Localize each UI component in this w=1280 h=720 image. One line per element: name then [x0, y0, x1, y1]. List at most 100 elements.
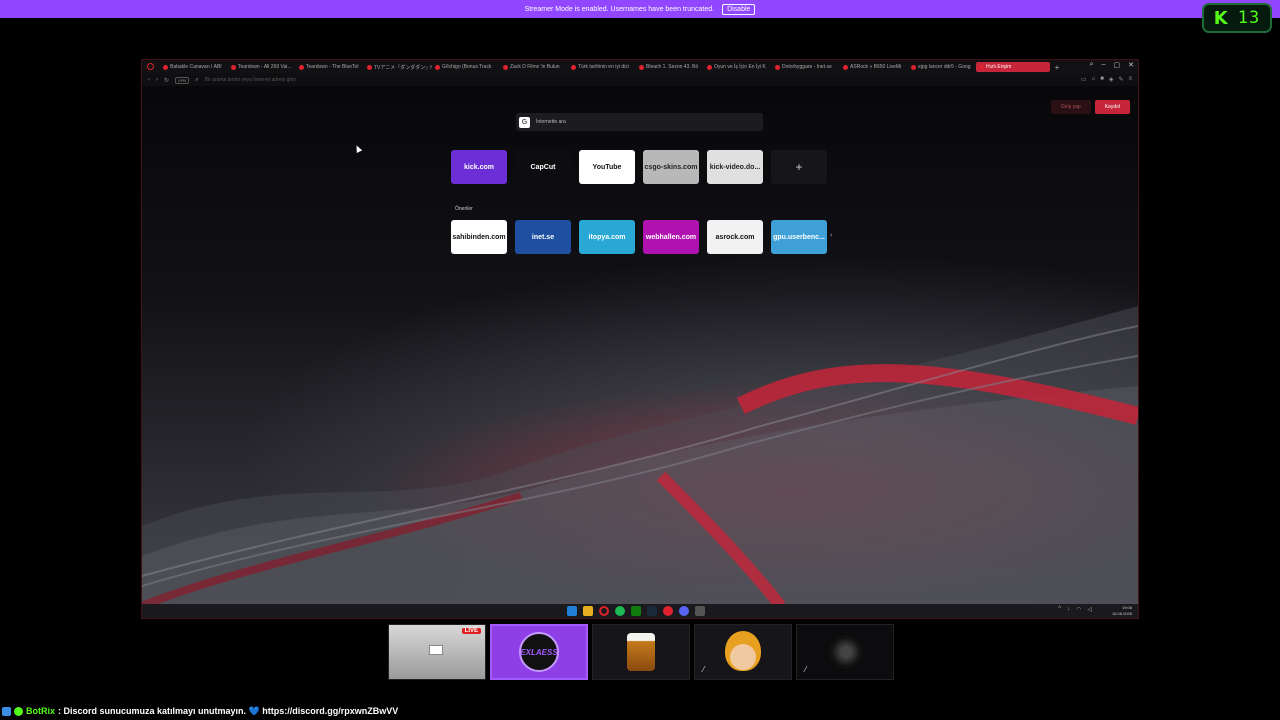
suggestions-label: Öneriler: [455, 206, 473, 212]
spotify-icon[interactable]: [615, 606, 625, 616]
app-icon[interactable]: [663, 606, 673, 616]
reload-icon[interactable]: ↻: [164, 77, 169, 84]
stream-thumbnails: LIVE EXLAESS ⁄ ⁄: [388, 624, 894, 680]
browser-tab[interactable]: Babakle Canavarı I ABI: [160, 62, 228, 72]
login-button[interactable]: Giriş yap: [1050, 100, 1091, 114]
clock-date: 16.08.2026: [1111, 611, 1132, 616]
speed-dial-row: kick.com CapCut YouTube csgo-skins.com kick-…: [451, 150, 827, 184]
muted-mic-icon: ⁄: [805, 665, 807, 674]
download-icon[interactable]: ↓: [1067, 606, 1070, 613]
volume-icon[interactable]: ◁: [1087, 606, 1092, 613]
tab-label: ASRock » B650 LiveMi: [850, 64, 902, 70]
speed-dial-tile-[interactable]: +: [771, 150, 827, 184]
tab-favicon-icon: [435, 64, 440, 70]
google-icon: G: [519, 116, 530, 128]
thumb-exlaess[interactable]: EXLAESS: [490, 624, 588, 680]
thumb-desktop[interactable]: LIVE: [388, 624, 486, 680]
dark-avatar: [829, 635, 863, 669]
search-input[interactable]: G İnternette ara: [516, 113, 763, 131]
address-input[interactable]: Bir arama terimi veya İnternet adresi gi…: [205, 77, 296, 83]
browser-tab[interactable]: Teardown - The BlueTol: [296, 62, 364, 72]
kick-logo-icon: K: [1213, 7, 1228, 29]
opera-icon[interactable]: [599, 606, 609, 616]
disable-button[interactable]: Disable: [722, 3, 756, 15]
tab-bar: Babakle Canavarı I ABI Teardown - All 269…: [142, 60, 1138, 74]
easy-setup-icon[interactable]: ◈: [1109, 76, 1114, 83]
tab-label: G/Ichigo (Bonus Track: [442, 64, 492, 70]
minimize-icon[interactable]: –: [1102, 61, 1106, 69]
suggestion-tile-inet-se[interactable]: inet.se: [515, 220, 571, 254]
close-icon[interactable]: ✕: [1128, 61, 1134, 69]
browser-tab[interactable]: TVアニメ『ダンダダン』HAYA: [364, 62, 432, 72]
speed-dial-tile-youtube[interactable]: YouTube: [579, 150, 635, 184]
browser-tab[interactable]: ASRock » B650 LiveMi: [840, 62, 908, 72]
signup-button[interactable]: Kaydol: [1094, 100, 1130, 114]
browser-tab[interactable]: Türk tarihinin en iyi dizi: [568, 62, 636, 72]
suggestion-tile-asrock-com[interactable]: asrock.com: [707, 220, 763, 254]
search-icon: ⌕: [195, 76, 199, 83]
maximize-icon[interactable]: ▢: [1114, 61, 1121, 69]
tab-label: Zack D Films 'in Bulun: [510, 64, 560, 70]
tab-label: Dotorbyggare - Inet.se: [782, 64, 832, 70]
snapshot-icon[interactable]: ▭: [1081, 76, 1087, 83]
login-group: Giriş yap Kaydol: [1050, 100, 1130, 114]
thumb-beer[interactable]: [592, 624, 690, 680]
tab-favicon-icon: [639, 64, 644, 70]
chevron-right-icon[interactable]: ›: [830, 232, 832, 239]
speed-dial-tile-kick-com[interactable]: kick.com: [451, 150, 507, 184]
wifi-icon[interactable]: ◠: [1076, 606, 1081, 613]
vpn-badge[interactable]: VPN: [175, 76, 190, 84]
search-tabs-icon[interactable]: ⌕: [1090, 61, 1094, 69]
suggestion-tile-gpu-userbenc[interactable]: gpu.userbenc...: [771, 220, 827, 254]
taskbar-icons: [567, 606, 705, 616]
tab-favicon-icon: [979, 64, 984, 70]
new-tab-button[interactable]: +: [1050, 63, 1064, 72]
xbox-icon[interactable]: [631, 606, 641, 616]
tab-favicon-icon: [775, 64, 780, 70]
browser-tab[interactable]: Hızlı Erişim: [976, 62, 1050, 72]
browser-tab[interactable]: Zack D Films 'in Bulun: [500, 62, 568, 72]
browser-tab[interactable]: ejpg lancer ddr5 - Goog: [908, 62, 976, 72]
aria-ai-icon[interactable]: ✎: [1118, 76, 1123, 83]
browser-tab[interactable]: Oyun ve İş İçin En İyi K: [704, 62, 772, 72]
chevron-up-icon[interactable]: ^: [1058, 606, 1061, 613]
tab-label: Babakle Canavarı I ABI: [170, 64, 222, 70]
beer-glass-icon: [627, 633, 655, 671]
steam-icon[interactable]: [647, 606, 657, 616]
speed-dial-tile-kick-video-do[interactable]: kick-video.do...: [707, 150, 763, 184]
tab-label: Teardown - All 269 Vai...: [238, 64, 292, 70]
suggestion-tile-itopya-com[interactable]: itopya.com: [579, 220, 635, 254]
thumb-dark[interactable]: ⁄: [796, 624, 894, 680]
speed-dial-tile-csgo-skins-com[interactable]: csgo-skins.com: [643, 150, 699, 184]
start-icon[interactable]: [567, 606, 577, 616]
back-icon[interactable]: ‹: [148, 77, 150, 83]
thumb-naruto[interactable]: ⁄: [694, 624, 792, 680]
banner-text: Streamer Mode is enabled. Usernames have…: [524, 5, 715, 13]
suggestion-tile-webhallen-com[interactable]: webhallen.com: [643, 220, 699, 254]
browser-tab[interactable]: Bleach 1. Sezon 43. Bö: [636, 62, 704, 72]
menu-icon[interactable]: ≡: [1128, 76, 1132, 83]
bot-badge-icon: [2, 706, 11, 716]
discord-icon[interactable]: [679, 606, 689, 616]
suggestion-tile-sahibinden-com[interactable]: sahibinden.com: [451, 220, 507, 254]
tab-label: Oyun ve İş İçin En İyi K: [714, 64, 766, 70]
viewer-count: 13: [1237, 8, 1261, 28]
opera-logo-icon[interactable]: [147, 63, 154, 70]
home-icon[interactable]: ⌂: [1092, 76, 1096, 83]
notepad-icon[interactable]: [695, 606, 705, 616]
forward-icon[interactable]: ›: [156, 77, 158, 83]
verified-badge-icon: [14, 706, 23, 716]
browser-tab[interactable]: Dotorbyggare - Inet.se: [772, 62, 840, 72]
taskbar-clock[interactable]: 19:08 16.08.2026: [1112, 605, 1132, 617]
extensions-icon[interactable]: ■: [1100, 76, 1104, 83]
system-tray: ^ ↓ ◠ ◁: [1058, 606, 1092, 613]
toolbar-right: ▭ ⌂ ■ ◈ ✎ ≡: [1081, 76, 1132, 83]
file-explorer-icon[interactable]: [583, 606, 593, 616]
tab-label: Teardown - The BlueTol: [306, 64, 359, 70]
speed-dial-tile-capcut[interactable]: CapCut: [515, 150, 571, 184]
windows-taskbar: ^ ↓ ◠ ◁ 19:08 16.08.2026: [142, 604, 1138, 618]
browser-tab[interactable]: Teardown - All 269 Vai...: [228, 62, 296, 72]
tab-favicon-icon: [503, 64, 508, 70]
browser-tab[interactable]: G/Ichigo (Bonus Track: [432, 62, 500, 72]
chat-username[interactable]: BotRix: [26, 706, 55, 716]
